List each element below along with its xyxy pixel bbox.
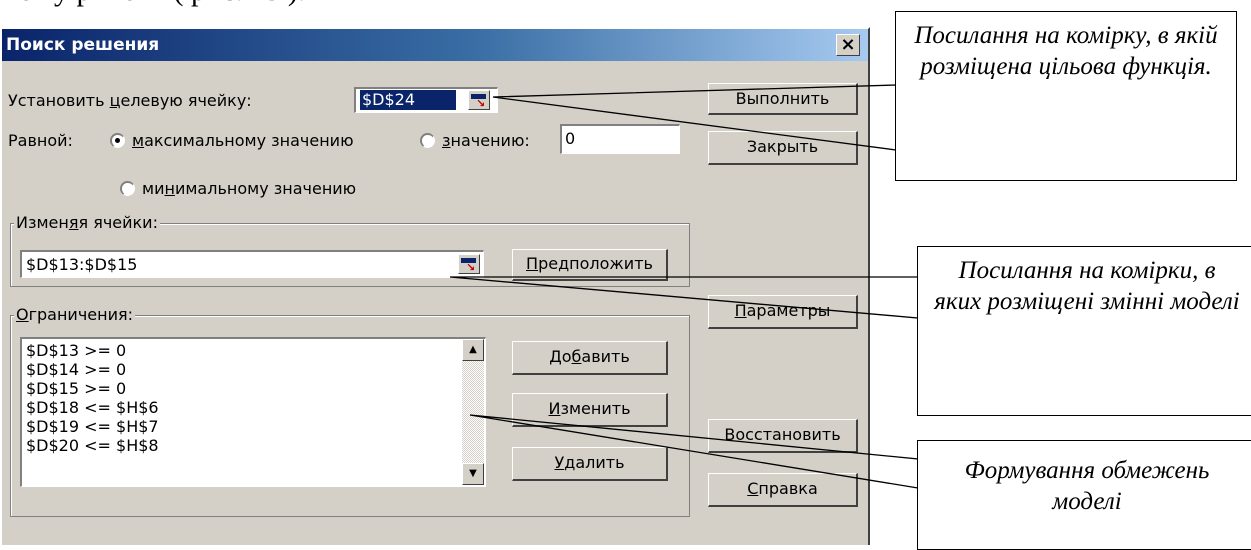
leader-variables: [449, 276, 919, 319]
leader-target: [492, 84, 897, 151]
leader-constraints: [469, 414, 919, 489]
callout-constraints: Формування обмежень моделі: [917, 440, 1251, 550]
callout-variables: Посилання на комірки, в яких розміщені з…: [917, 246, 1251, 416]
callout-target: Посилання на комірку, в якій розміщена ц…: [895, 11, 1237, 181]
